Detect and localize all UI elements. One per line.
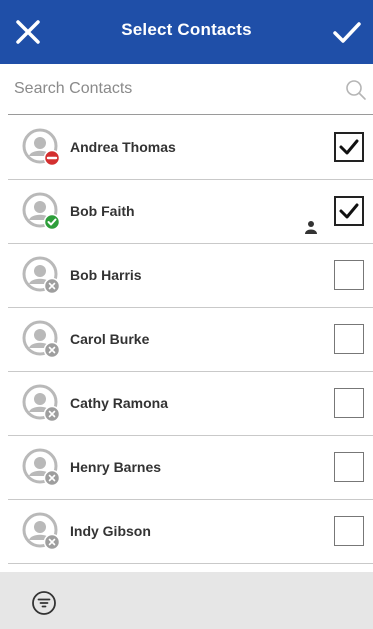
contact-checkbox[interactable]: [334, 324, 364, 354]
contact-row[interactable]: Indy Gibson: [8, 500, 373, 564]
checkmark-icon: [339, 139, 359, 155]
search-icon[interactable]: [344, 78, 368, 102]
contact-name: Bob Harris: [70, 267, 142, 283]
filter-icon: [32, 591, 56, 615]
app-header: Select Contacts: [0, 0, 373, 64]
checkmark-icon: [339, 203, 359, 219]
contact-row[interactable]: Bob Faith: [8, 180, 373, 244]
contact-name: Henry Barnes: [70, 459, 162, 475]
contact-row[interactable]: [8, 564, 373, 571]
contact-row[interactable]: Carol Burke: [8, 308, 373, 372]
contact-checkbox[interactable]: [334, 452, 364, 482]
contact-name: Indy Gibson: [70, 523, 151, 539]
status-offline-icon: [43, 341, 61, 359]
contact-name: Andrea Thomas: [70, 139, 176, 155]
filter-button[interactable]: [31, 590, 57, 616]
contact-checkbox[interactable]: [334, 388, 364, 418]
status-busy-icon: [43, 149, 61, 167]
bottom-toolbar: [0, 572, 373, 629]
person-icon: [305, 221, 317, 234]
contact-name: Bob Faith: [70, 203, 135, 219]
status-offline-icon: [43, 277, 61, 295]
contact-name: Carol Burke: [70, 331, 150, 347]
confirm-button[interactable]: [331, 16, 363, 48]
contact-row[interactable]: Andrea Thomas: [8, 116, 373, 180]
status-offline-icon: [43, 469, 61, 487]
status-offline-icon: [43, 533, 61, 551]
status-available-icon: [43, 213, 61, 231]
contact-checkbox[interactable]: [334, 132, 364, 162]
contact-row[interactable]: Cathy Ramona: [8, 372, 373, 436]
contact-checkbox[interactable]: [334, 516, 364, 546]
contact-row[interactable]: Bob Harris: [8, 244, 373, 308]
contact-name: Cathy Ramona: [70, 395, 169, 411]
contact-row[interactable]: Henry Barnes: [8, 436, 373, 500]
status-offline-icon: [43, 405, 61, 423]
page-title: Select Contacts: [121, 20, 252, 39]
contact-list: Andrea Thomas Bob Faith Bob Harris Carol Bu…: [8, 116, 373, 571]
search-input[interactable]: [14, 74, 334, 104]
contact-checkbox[interactable]: [334, 260, 364, 290]
contact-checkbox[interactable]: [334, 196, 364, 226]
search-bar: [8, 64, 373, 115]
checkmark-icon: [333, 22, 361, 43]
